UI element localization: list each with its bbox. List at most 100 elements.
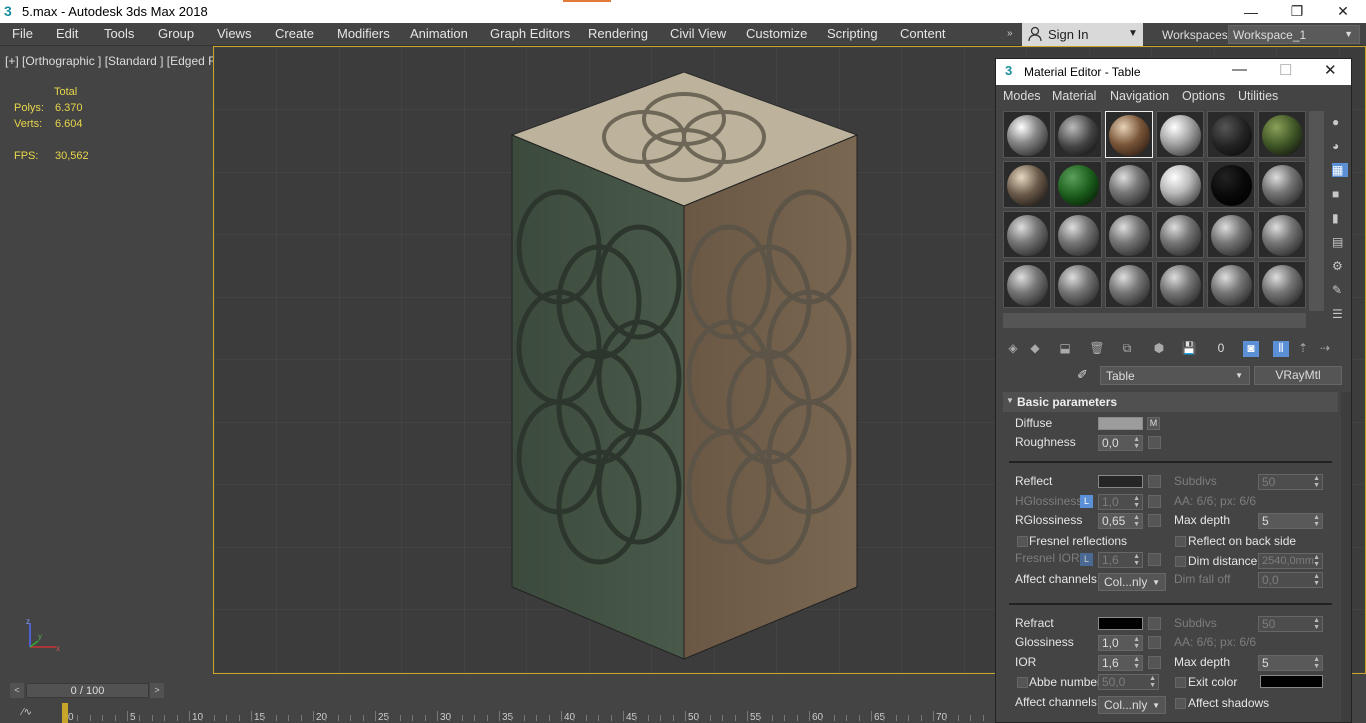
- video-color-icon[interactable]: ▮: [1332, 211, 1348, 225]
- timeline-ruler[interactable]: 0 5 10 15 20 25 30 35 40 45 50 55 60 65 70: [60, 703, 1000, 723]
- material-slot[interactable]: [1003, 161, 1051, 208]
- reflect-color-swatch[interactable]: [1098, 475, 1143, 488]
- menu-civil-view[interactable]: Civil View: [670, 26, 726, 41]
- material-editor-titlebar[interactable]: 3 Material Editor - Table — ☐ ✕: [996, 59, 1351, 85]
- menu-views[interactable]: Views: [217, 26, 251, 41]
- fresnel-checkbox[interactable]: [1017, 536, 1028, 547]
- material-slot[interactable]: [1156, 161, 1204, 208]
- ior-spinner[interactable]: 1,6 ▲ ▼: [1098, 655, 1143, 671]
- material-slot[interactable]: [1258, 211, 1306, 258]
- time-slider[interactable]: 0 / 100: [26, 683, 149, 698]
- menu-content[interactable]: Content: [900, 26, 946, 41]
- maximize-button[interactable]: ❐: [1274, 0, 1320, 23]
- material-slot[interactable]: [1207, 111, 1255, 158]
- dim-falloff-spinner[interactable]: 0,0 ▲ ▼: [1258, 572, 1323, 588]
- diffuse-color-swatch[interactable]: [1098, 417, 1143, 430]
- delete-icon[interactable]: 🗑: [1089, 341, 1105, 357]
- go-to-parent-icon[interactable]: ⇡: [1295, 341, 1311, 357]
- parameters-scrollbar[interactable]: [1341, 392, 1351, 722]
- show-end-result-icon[interactable]: ⫴: [1273, 341, 1289, 357]
- timeline-next-button[interactable]: >: [150, 683, 164, 698]
- material-navigator-icon[interactable]: ☰: [1332, 307, 1348, 321]
- slots-horizontal-scrollbar[interactable]: [1003, 313, 1306, 328]
- save-icon[interactable]: 💾: [1181, 341, 1197, 357]
- lamp-model[interactable]: [510, 71, 859, 660]
- refract-subdivs-spinner[interactable]: 50 ▲ ▼: [1258, 616, 1323, 632]
- material-slot[interactable]: [1054, 111, 1102, 158]
- basic-parameters-rollout[interactable]: ▼ Basic parameters: [1003, 392, 1338, 412]
- affect-shadows-checkbox[interactable]: [1175, 698, 1186, 709]
- material-type-button[interactable]: VRayMtl: [1254, 366, 1342, 385]
- maximize-button[interactable]: ☐: [1279, 61, 1292, 79]
- refract-color-swatch[interactable]: [1098, 617, 1143, 630]
- go-forward-icon[interactable]: ⇢: [1317, 341, 1333, 357]
- copy-material-icon[interactable]: ⧉: [1119, 341, 1135, 357]
- backlight-icon[interactable]: ◕: [1332, 139, 1348, 153]
- dim-distance-spinner[interactable]: 2540,0mm ▲ ▼: [1258, 553, 1323, 569]
- menu-modes[interactable]: Modes: [1003, 89, 1041, 103]
- options-icon[interactable]: ⚙: [1332, 259, 1348, 273]
- roughness-map-button[interactable]: [1148, 436, 1161, 449]
- refract-affect-channels-select[interactable]: Col...nly ▼: [1098, 696, 1166, 714]
- uv-tiling-icon[interactable]: ■: [1332, 187, 1348, 201]
- viewport-label[interactable]: [+] [Orthographic ] [Standard ] [Edged F…: [5, 54, 247, 68]
- curve-editor-icon[interactable]: ⁄∿: [22, 707, 32, 718]
- fresnel-ior-lock-button[interactable]: L: [1080, 553, 1093, 566]
- material-slot[interactable]: [1003, 111, 1051, 158]
- close-button[interactable]: ✕: [1320, 0, 1366, 23]
- eyedropper-icon[interactable]: ✐: [1077, 367, 1088, 383]
- hglossiness-spinner[interactable]: 1,0 ▲ ▼: [1098, 494, 1143, 510]
- material-slot[interactable]: [1156, 261, 1204, 308]
- put-to-scene-icon[interactable]: ◆: [1027, 341, 1043, 357]
- material-slot[interactable]: [1156, 111, 1204, 158]
- material-slot[interactable]: [1105, 111, 1153, 158]
- menu-utilities[interactable]: Utilities: [1238, 89, 1278, 103]
- abbe-spinner[interactable]: 50,0 ▲ ▼: [1098, 674, 1159, 690]
- subdivs-spinner[interactable]: 50 ▲ ▼: [1258, 474, 1323, 490]
- refract-map-button[interactable]: [1148, 617, 1161, 630]
- exit-color-checkbox[interactable]: [1175, 677, 1186, 688]
- fresnel-ior-spinner[interactable]: 1,6 ▲ ▼: [1098, 552, 1143, 568]
- hglossiness-map-button[interactable]: [1148, 495, 1161, 508]
- material-slot[interactable]: [1105, 261, 1153, 308]
- get-material-icon[interactable]: ◈: [1005, 341, 1021, 357]
- menu-group[interactable]: Group: [158, 26, 194, 41]
- material-slot[interactable]: [1258, 161, 1306, 208]
- hglossiness-lock-button[interactable]: L: [1080, 495, 1093, 508]
- menu-file[interactable]: File: [12, 26, 33, 41]
- close-button[interactable]: ✕: [1324, 61, 1337, 79]
- menu-animation[interactable]: Animation: [410, 26, 468, 41]
- menu-scripting[interactable]: Scripting: [827, 26, 878, 41]
- diffuse-map-button[interactable]: M: [1147, 417, 1160, 430]
- menu-options[interactable]: Options: [1182, 89, 1225, 103]
- workspace-select[interactable]: Workspace_1 ▼: [1228, 25, 1360, 44]
- background-icon[interactable]: ▦: [1332, 163, 1348, 177]
- material-slot[interactable]: [1105, 211, 1153, 258]
- menu-tools[interactable]: Tools: [104, 26, 134, 41]
- menu-material[interactable]: Material: [1052, 89, 1096, 103]
- material-slot[interactable]: [1207, 211, 1255, 258]
- material-slot[interactable]: [1003, 211, 1051, 258]
- sign-in-button[interactable]: Sign In ▼: [1022, 23, 1143, 46]
- reflect-back-checkbox[interactable]: [1175, 536, 1186, 547]
- put-to-library-icon[interactable]: ⬢: [1151, 341, 1167, 357]
- refract-max-depth-spinner[interactable]: 5 ▲ ▼: [1258, 655, 1323, 671]
- menu-rendering[interactable]: Rendering: [588, 26, 648, 41]
- minimize-button[interactable]: —: [1232, 61, 1247, 78]
- slots-vertical-scrollbar[interactable]: [1309, 111, 1324, 311]
- material-slot[interactable]: [1207, 261, 1255, 308]
- timeline-prev-button[interactable]: <: [10, 683, 24, 698]
- menu-modifiers[interactable]: Modifiers: [337, 26, 390, 41]
- roughness-spinner[interactable]: 0,0 ▲ ▼: [1098, 435, 1143, 451]
- material-slot[interactable]: [1156, 211, 1204, 258]
- sample-type-icon[interactable]: ●: [1332, 115, 1348, 129]
- make-preview-icon[interactable]: ▤: [1332, 235, 1348, 249]
- abbe-checkbox[interactable]: [1017, 677, 1028, 688]
- dim-distance-checkbox[interactable]: [1175, 556, 1186, 567]
- fresnel-ior-map-button[interactable]: [1148, 553, 1161, 566]
- exit-color-swatch[interactable]: [1260, 675, 1323, 688]
- show-map-icon[interactable]: ◙: [1243, 341, 1259, 357]
- menu-graph-editors[interactable]: Graph Editors: [490, 26, 570, 41]
- material-slot[interactable]: [1054, 161, 1102, 208]
- rglossiness-map-button[interactable]: [1148, 514, 1161, 527]
